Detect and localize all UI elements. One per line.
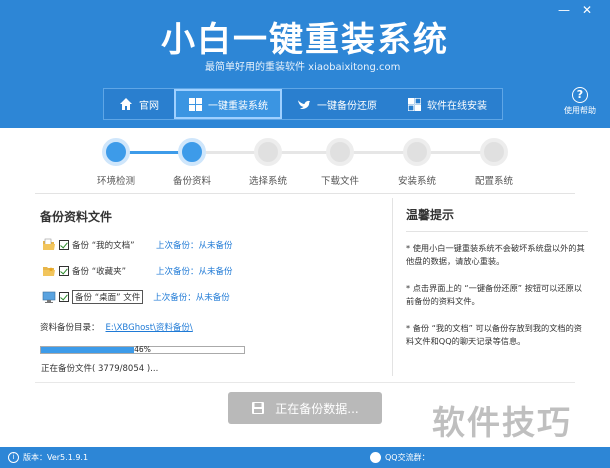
nav-item-home[interactable]: 官网 [104, 89, 174, 119]
tips-title: 温馨提示 [406, 208, 455, 222]
watermark-text: 软件技巧 [432, 403, 572, 442]
backup-documents-checkbox[interactable] [59, 240, 69, 250]
step-dot [102, 138, 130, 166]
step-label: 配置系统 [474, 176, 513, 187]
home-icon [119, 97, 133, 111]
backup-row-last: 上次备份：从未备份 [153, 293, 230, 303]
tips-divider [406, 231, 588, 232]
nav-online-label: 软件在线安装 [427, 100, 487, 112]
backup-favorites-checkbox[interactable] [59, 266, 69, 276]
backup-row-name: 备份 “我的文档” [72, 241, 135, 251]
step-dot [178, 138, 206, 166]
app-subtitle: 最简单好用的重装软件 xiaobaixitong.com [205, 62, 401, 73]
step-env-check: 环境检测 [81, 138, 151, 187]
step-label: 备份资料 [172, 176, 211, 187]
backup-row-documents: 备份 “我的文档” 上次备份：从未备份 [42, 236, 233, 254]
tips-panel: 温馨提示 * 使用小白一键重装系统不会破坏系统盘以外的其他盘的数据，请放心重装。… [406, 200, 588, 348]
backup-title: 备份资料文件 [40, 210, 113, 224]
apps-icon [407, 97, 421, 111]
backup-progress-icon [251, 401, 265, 415]
backing-up-button[interactable]: 正在备份数据... [228, 392, 382, 424]
nav-home-label: 官网 [139, 100, 159, 112]
version-text: 版本：Ver5.1.9.1 [23, 453, 89, 462]
step-progress: 环境检测 备份资料 选择系统 下载文件 安装系统 配置系统 [0, 128, 610, 198]
progress-percent: 46% [134, 345, 151, 354]
nav-item-reinstall[interactable]: 一键重装系统 [174, 89, 282, 119]
action-label: 正在备份数据... [275, 401, 359, 416]
backup-row-favorites: 备份 “收藏夹” 上次备份：从未备份 [42, 262, 233, 280]
qq-group[interactable]: QQ交流群： [370, 452, 430, 463]
backup-directory: 资料备份目录： E:\XBGhost\资料备份\ [40, 321, 193, 333]
backup-dir-link[interactable]: E:\XBGhost\资料备份\ [106, 323, 193, 333]
help-label: 使用帮助 [564, 106, 596, 115]
backup-row-name: 备份 “收藏夹” [72, 267, 127, 277]
step-dot [254, 138, 282, 166]
help-icon: ? [572, 87, 588, 103]
step-dot [480, 138, 508, 166]
qq-icon [370, 452, 381, 463]
step-label: 下载文件 [320, 176, 359, 187]
status-bar: i 版本：Ver5.1.9.1 QQ交流群： [0, 447, 610, 468]
divider [35, 193, 575, 194]
step-backup: 备份资料 [157, 138, 227, 187]
backup-row-last: 上次备份：从未备份 [156, 241, 233, 251]
backup-row-name: 备份 “桌面” 文件 [72, 290, 144, 304]
nav-item-online-install[interactable]: 软件在线安装 [392, 89, 502, 119]
step-label: 环境检测 [96, 176, 135, 187]
step-label: 选择系统 [248, 176, 287, 187]
version-info: i 版本：Ver5.1.9.1 [8, 452, 88, 463]
step-download: 下载文件 [305, 138, 375, 187]
backup-row-last: 上次备份：从未备份 [156, 267, 233, 277]
favorites-folder-icon [42, 264, 56, 278]
app-header: — ✕ 小白一键重装系统 最简单好用的重装软件 xiaobaixitong.co… [0, 0, 610, 128]
backup-dir-label: 资料备份目录： [40, 323, 100, 333]
qq-label: QQ交流群： [385, 453, 430, 462]
nav-item-backup-restore[interactable]: 一键备份还原 [282, 89, 392, 119]
step-configure: 配置系统 [459, 138, 529, 187]
tip-item: * 使用小白一键重装系统不会破坏系统盘以外的其他盘的数据，请放心重装。 [406, 243, 585, 266]
step-dot [403, 138, 431, 166]
bird-icon [297, 97, 311, 111]
tip-item: * 点击界面上的 “一键备份还原” 按钮可以还原以前备份的资料文件。 [406, 283, 582, 306]
info-icon: i [8, 452, 19, 463]
backup-row-desktop: 备份 “桌面” 文件 上次备份：从未备份 [42, 288, 230, 306]
app-title: 小白一键重装系统 [161, 20, 449, 60]
help-button[interactable]: ? 使用帮助 [556, 87, 604, 116]
backup-status: 正在备份文件( 3779/8054 )... [41, 364, 159, 374]
step-label: 安装系统 [397, 176, 436, 187]
nav-backup-label: 一键备份还原 [317, 100, 377, 112]
backup-desktop-checkbox[interactable] [59, 292, 69, 302]
backup-panel: 备份资料文件 备份 “我的文档” 上次备份：从未备份 备份 “收藏夹” 上次备份… [36, 200, 384, 380]
main-nav: 官网 一键重装系统 一键备份还原 软件在线安装 [103, 88, 503, 120]
windows-icon [188, 97, 202, 111]
nav-reinstall-label: 一键重装系统 [208, 100, 268, 112]
step-install: 安装系统 [382, 138, 452, 187]
bottom-divider [35, 382, 575, 383]
vertical-divider [392, 198, 393, 376]
tip-item: * 备份 “我的文档” 可以备份存放到我的文档的资料文件和QQ的聊天记录等信息。 [406, 323, 582, 346]
document-folder-icon [42, 238, 56, 252]
step-select-system: 选择系统 [233, 138, 303, 187]
backup-progress-bar: 46% [40, 346, 245, 354]
step-dot [326, 138, 354, 166]
desktop-icon [42, 290, 56, 304]
